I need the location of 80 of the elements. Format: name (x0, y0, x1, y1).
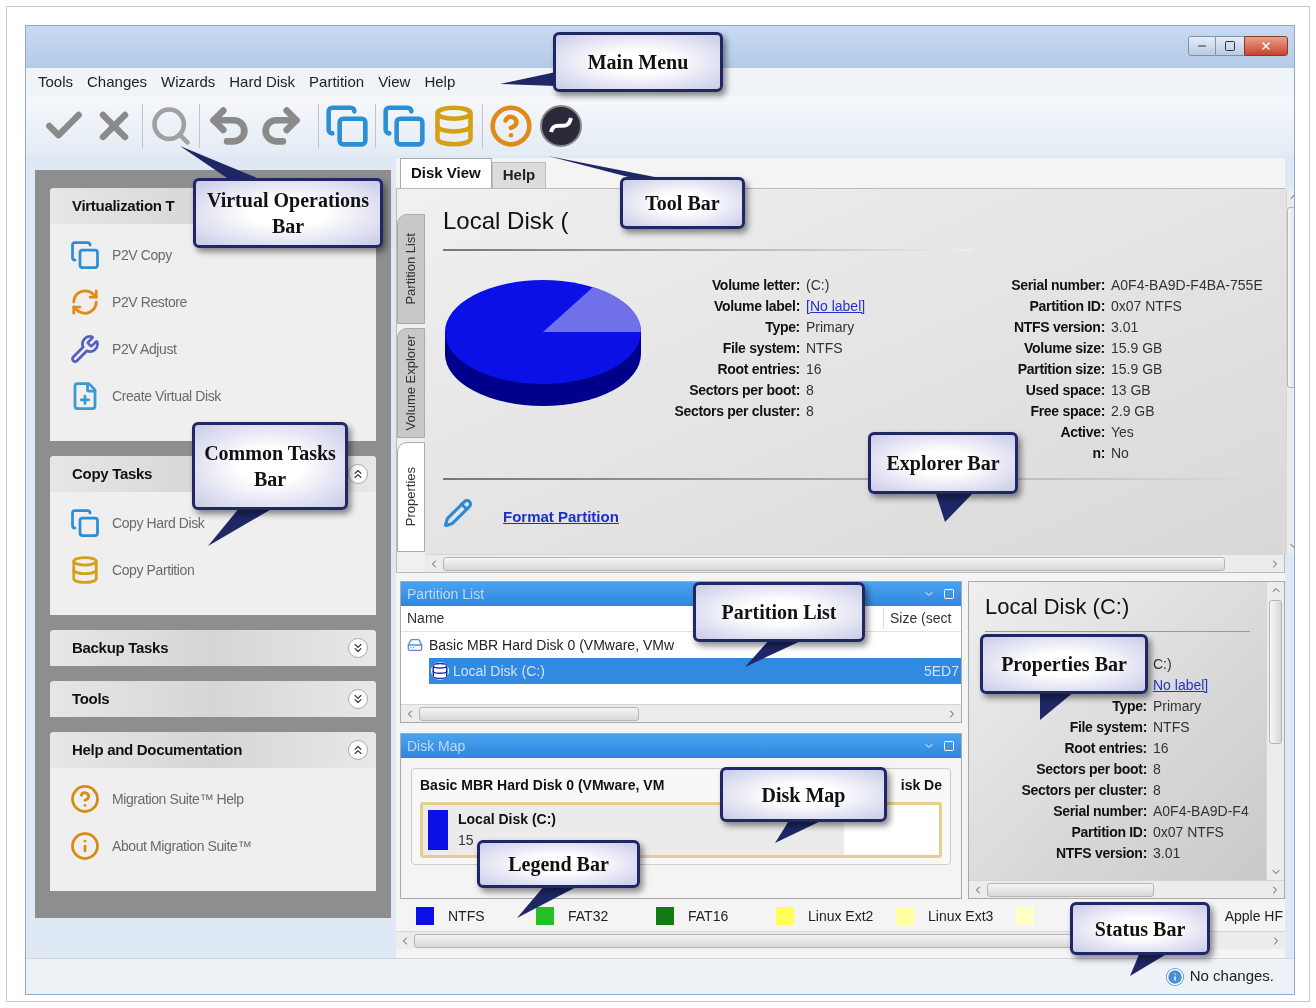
property-value: 8 (1153, 782, 1161, 798)
panel-title: Partition List (407, 584, 485, 604)
legend-label: Apple HF (1224, 906, 1283, 926)
property-value: 16 (806, 361, 822, 377)
property-label: Free space: (1030, 403, 1105, 419)
property-value: 0x07 NTFS (1111, 298, 1182, 314)
callout-tooltip: Disk Map (720, 767, 887, 822)
callout-tooltip: Explorer Bar (868, 432, 1018, 494)
property-label: Type: (765, 319, 800, 335)
property-label: File system: (1069, 719, 1147, 735)
property-value: NTFS (1153, 719, 1190, 735)
property-label: Active: (1060, 424, 1105, 440)
callout-tooltip: Partition List (693, 582, 865, 642)
callout-tooltip: Common Tasks Bar (192, 422, 348, 510)
task-panel-title: Tools (72, 688, 110, 709)
property-value: A0F4-BA9D-F4 (1153, 803, 1249, 819)
size-value: 5ED7 (923, 661, 959, 681)
property-label: n: (1092, 445, 1105, 461)
status-text: No changes. (1189, 966, 1274, 987)
task-panel-title: Backup Tasks (72, 637, 169, 658)
property-value: 16 (1153, 740, 1169, 756)
task-panel-title: Help and Documentation (72, 739, 243, 760)
property-label: Volume label: (713, 298, 800, 314)
property-label: NTFS version: (1014, 319, 1105, 335)
property-label: Volume letter: (711, 277, 800, 293)
disk-name-end: isk De (900, 776, 942, 795)
property-value: C:) (1153, 656, 1172, 672)
callout-tooltip: Properties Bar (980, 634, 1148, 694)
property-label: Sectors per cluster: (1021, 782, 1147, 798)
property-value: 13 GB (1111, 382, 1151, 398)
task-panel-title: Copy Tasks (72, 463, 153, 484)
property-label: Partition size: (1017, 361, 1105, 377)
property-label: Volume size: (1024, 340, 1105, 356)
property-label: Type: (1112, 698, 1147, 714)
property-value: 3.01 (1153, 845, 1181, 861)
task-panel-title: Virtualization T (72, 195, 175, 216)
property-label: Sectors per boot: (1036, 761, 1147, 777)
legend-label: NTFS (448, 906, 485, 926)
property-label: File system: (722, 340, 800, 356)
property-label: Partition ID: (1071, 824, 1147, 840)
panel-title: Disk Map (407, 736, 466, 756)
property-value: No (1111, 445, 1129, 461)
property-label: Root entries: (717, 361, 800, 377)
property-value: NTFS (806, 340, 843, 356)
property-label: Partition ID: (1029, 298, 1105, 314)
property-value: (C:) (806, 277, 830, 293)
properties-title: Local Disk (C:) (985, 593, 1131, 621)
property-value: 3.01 (1111, 319, 1139, 335)
property-value: 15.9 GB (1111, 340, 1163, 356)
partition-size: 15 (458, 831, 475, 850)
property-label: Sectors per boot: (689, 382, 800, 398)
tree-row-label: Basic MBR Hard Disk 0 (VMware, VMw (429, 635, 675, 655)
property-label: Used space: (1025, 382, 1105, 398)
property-value: A0F4-BA9D-F4BA-755E (1111, 277, 1263, 293)
partition-name: Local Disk (C:) (458, 810, 556, 829)
callout-tooltip: Tool Bar (620, 177, 745, 229)
callout-tooltip: Legend Bar (477, 840, 640, 888)
property-label: Root entries: (1064, 740, 1147, 756)
property-value: 8 (1153, 761, 1161, 777)
property-value: 0x07 NTFS (1153, 824, 1224, 840)
legend-label: FAT32 (568, 906, 609, 926)
property-label: NTFS version: (1056, 845, 1147, 861)
property-label: Sectors per cluster: (674, 403, 800, 419)
property-value: Primary (806, 319, 855, 335)
legend-label: FAT16 (688, 906, 729, 926)
callout-tooltip: Virtual Operations Bar (193, 178, 383, 248)
callout-tooltip: Status Bar (1070, 902, 1210, 955)
disk-name: Basic MBR Hard Disk 0 (VMware, VM (420, 776, 665, 795)
property-label: Serial number: (1011, 277, 1105, 293)
property-value: 8 (806, 382, 814, 398)
property-value: 2.9 GB (1111, 403, 1155, 419)
legend-label: Linux Ext2 (808, 906, 874, 926)
legend-label: Linux Ext3 (928, 906, 994, 926)
property-value: 15.9 GB (1111, 361, 1163, 377)
property-value: 8 (806, 403, 814, 419)
property-label: Serial number: (1053, 803, 1147, 819)
callout-tooltip: Main Menu (553, 32, 723, 92)
property-value: Yes (1111, 424, 1134, 440)
tree-row-label: Local Disk (C:) (453, 661, 546, 681)
property-value: Primary (1153, 698, 1202, 714)
